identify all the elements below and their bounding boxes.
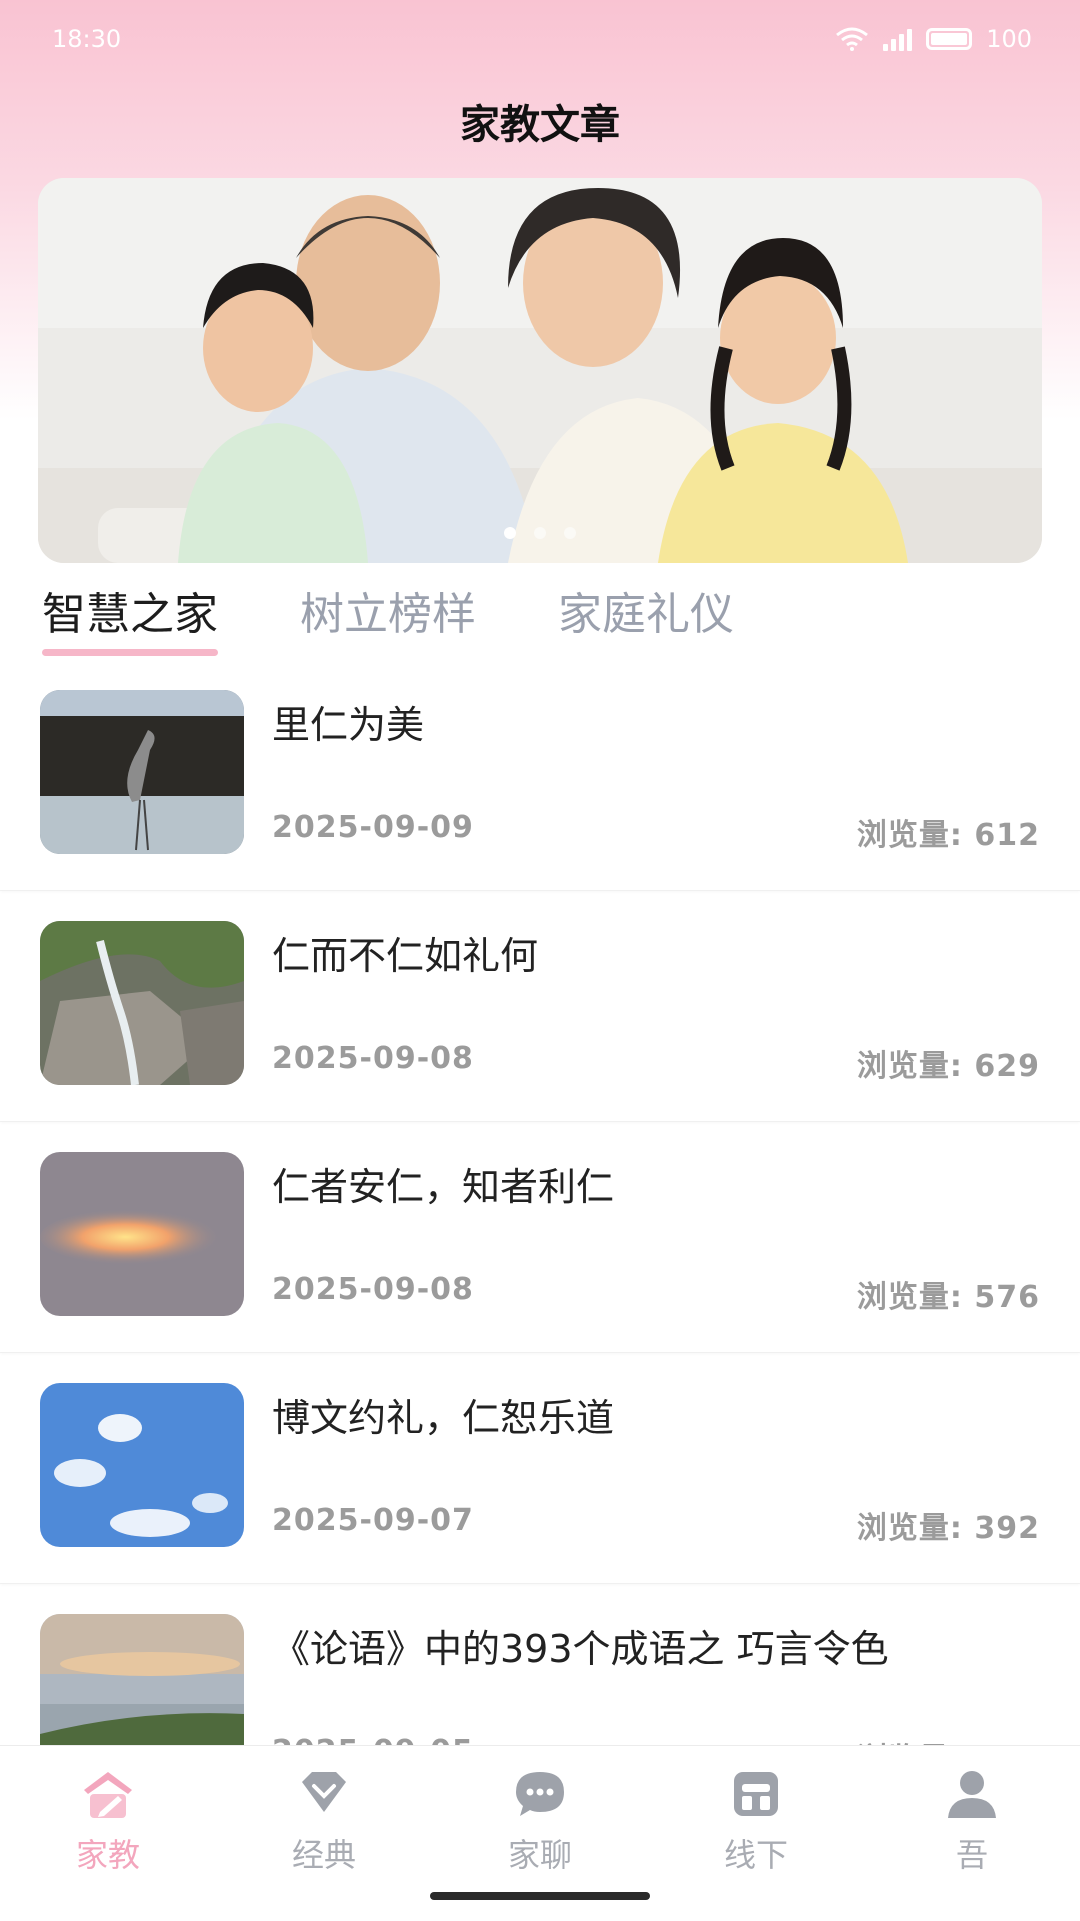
status-icons: 100: [835, 25, 1032, 53]
status-bar: 18:30 100: [0, 0, 1080, 78]
store-icon: [734, 1772, 778, 1816]
tab-role-models[interactable]: 树立榜样: [300, 582, 476, 658]
active-tab-indicator: [42, 649, 218, 656]
category-tabs: 智慧之家 树立榜样 家庭礼仪: [0, 582, 1080, 662]
article-thumbnail: [40, 1383, 244, 1547]
article-views: 浏览量: 629: [856, 1049, 1040, 1084]
article-date: 2025-09-08: [272, 1272, 474, 1307]
nav-label: 线下: [723, 1836, 788, 1874]
article-thumbnail: [40, 690, 244, 854]
carousel-dot[interactable]: [564, 527, 576, 539]
article-title: 里仁为美: [272, 703, 425, 747]
tab-wisdom-home[interactable]: 智慧之家: [42, 582, 218, 658]
article-views: 浏览量: 598: [857, 1734, 1040, 1745]
article-thumbnail: [40, 1614, 244, 1745]
article-item[interactable]: 仁者安仁，知者利仁 2025-09-08 浏览量: 576: [0, 1122, 1080, 1353]
nav-label: 家聊: [507, 1836, 572, 1874]
article-date: 2025-09-05: [272, 1734, 474, 1745]
article-item[interactable]: 《论语》中的393个成语之 巧言令色 2025-09-05 浏览量: 598: [0, 1584, 1080, 1745]
battery-icon: [926, 28, 973, 50]
nav-profile[interactable]: 吾: [864, 1746, 1080, 1921]
home-indicator[interactable]: [430, 1892, 650, 1900]
carousel-dot[interactable]: [534, 527, 546, 539]
article-date: 2025-09-08: [272, 1041, 474, 1076]
banner-carousel[interactable]: [38, 178, 1042, 563]
nav-label: 家教: [75, 1836, 140, 1874]
article-thumbnail: [40, 921, 244, 1085]
carousel-dots: [38, 527, 1042, 539]
carousel-dot[interactable]: [504, 527, 516, 539]
nav-home-education[interactable]: 家教: [0, 1746, 216, 1921]
tab-label: 树立榜样: [300, 589, 476, 640]
article-views: 浏览量: 576: [856, 1280, 1040, 1315]
article-item[interactable]: 里仁为美 2025-09-09 浏览量: 612: [0, 660, 1080, 891]
article-list[interactable]: 里仁为美 2025-09-09 浏览量: 612 仁而不仁如礼何 2025-09…: [0, 660, 1080, 1745]
article-thumbnail: [40, 1152, 244, 1316]
article-item[interactable]: 博文约礼，仁恕乐道 2025-09-07 浏览量: 392: [0, 1353, 1080, 1584]
nav-label: 经典: [291, 1836, 356, 1874]
tab-label: 智慧之家: [42, 589, 218, 640]
article-title: 仁而不仁如礼何: [272, 934, 539, 978]
article-views: 浏览量: 392: [856, 1511, 1040, 1546]
wifi-icon: [836, 27, 869, 51]
nav-offline[interactable]: 线下: [648, 1746, 864, 1921]
article-title: 《论语》中的393个成语之 巧言令色: [272, 1627, 889, 1671]
signal-icon: [883, 27, 913, 51]
tab-label: 家庭礼仪: [558, 589, 734, 640]
article-views: 浏览量: 612: [856, 818, 1040, 853]
article-date: 2025-09-09: [272, 810, 474, 845]
status-time: 18:30: [52, 25, 122, 53]
chat-bubble-icon: [516, 1772, 564, 1816]
article-date: 2025-09-07: [272, 1503, 474, 1538]
tab-family-etiquette[interactable]: 家庭礼仪: [558, 582, 734, 658]
article-item[interactable]: 仁而不仁如礼何 2025-09-08 浏览量: 629: [0, 891, 1080, 1122]
battery-level: 100: [986, 25, 1032, 53]
article-title: 博文约礼，仁恕乐道: [272, 1396, 615, 1440]
home-pen-icon: [84, 1772, 132, 1818]
person-icon: [948, 1771, 996, 1818]
diamond-icon: [302, 1772, 346, 1812]
nav-classics[interactable]: 经典: [216, 1746, 432, 1921]
nav-label: 吾: [955, 1836, 988, 1874]
banner-family-photo: [38, 178, 1042, 563]
page-title: 家教文章: [460, 102, 620, 148]
article-title: 仁者安仁，知者利仁: [272, 1165, 615, 1209]
